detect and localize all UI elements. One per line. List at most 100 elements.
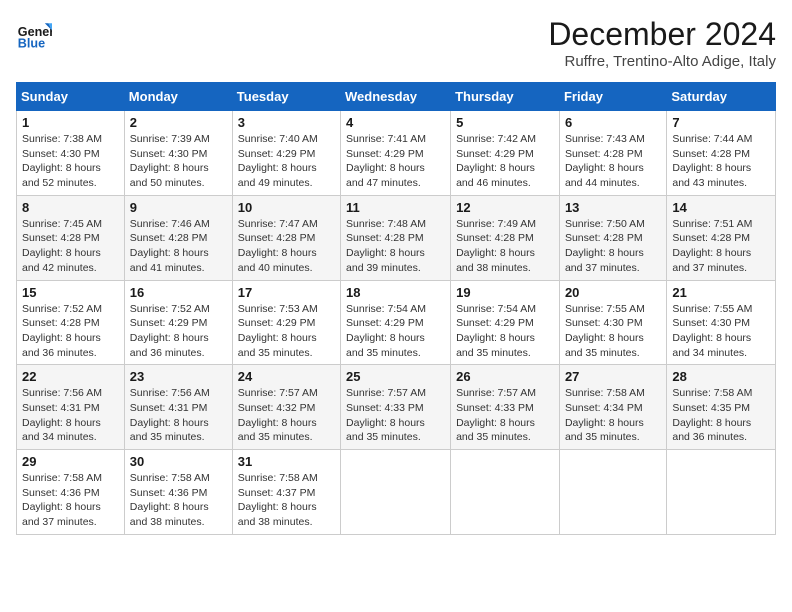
day-number: 12 (456, 200, 554, 215)
calendar-table: SundayMondayTuesdayWednesdayThursdayFrid… (16, 82, 776, 535)
month-title: December 2024 (548, 16, 776, 53)
calendar-cell: 26 Sunrise: 7:57 AMSunset: 4:33 PMDayligh… (451, 365, 560, 450)
day-info: Sunrise: 7:43 AMSunset: 4:28 PMDaylight:… (565, 132, 661, 191)
day-number: 17 (238, 285, 335, 300)
calendar-cell: 30 Sunrise: 7:58 AMSunset: 4:36 PMDayligh… (124, 450, 232, 535)
day-number: 4 (346, 115, 445, 130)
column-header-tuesday: Tuesday (232, 83, 340, 111)
day-number: 20 (565, 285, 661, 300)
day-info: Sunrise: 7:42 AMSunset: 4:29 PMDaylight:… (456, 132, 554, 191)
day-number: 18 (346, 285, 445, 300)
location-title: Ruffre, Trentino-Alto Adige, Italy (548, 53, 776, 70)
calendar-cell: 4 Sunrise: 7:41 AMSunset: 4:29 PMDaylight… (341, 111, 451, 196)
day-info: Sunrise: 7:57 AMSunset: 4:33 PMDaylight:… (456, 386, 554, 445)
title-block: December 2024 Ruffre, Trentino-Alto Adig… (548, 16, 776, 70)
calendar-cell: 28Sunrise: 7:58 AMSunset: 4:35 PMDayligh… (667, 365, 776, 450)
column-header-sunday: Sunday (17, 83, 125, 111)
calendar-cell: 12 Sunrise: 7:49 AMSunset: 4:28 PMDayligh… (451, 195, 560, 280)
calendar-cell: 21Sunrise: 7:55 AMSunset: 4:30 PMDayligh… (667, 280, 776, 365)
day-number: 3 (238, 115, 335, 130)
day-number: 28 (672, 369, 770, 384)
calendar-cell: 6Sunrise: 7:43 AMSunset: 4:28 PMDaylight… (559, 111, 666, 196)
day-info: Sunrise: 7:54 AMSunset: 4:29 PMDaylight:… (456, 302, 554, 361)
day-info: Sunrise: 7:58 AMSunset: 4:37 PMDaylight:… (238, 471, 335, 530)
day-info: Sunrise: 7:47 AMSunset: 4:28 PMDaylight:… (238, 217, 335, 276)
week-row-3: 22 Sunrise: 7:56 AMSunset: 4:31 PMDayligh… (17, 365, 776, 450)
day-number: 13 (565, 200, 661, 215)
day-number: 7 (672, 115, 770, 130)
day-number: 31 (238, 454, 335, 469)
day-number: 16 (130, 285, 227, 300)
day-number: 2 (130, 115, 227, 130)
page-header: General Blue December 2024 Ruffre, Trent… (16, 16, 776, 70)
day-number: 5 (456, 115, 554, 130)
day-info: Sunrise: 7:57 AMSunset: 4:33 PMDaylight:… (346, 386, 445, 445)
day-number: 25 (346, 369, 445, 384)
day-info: Sunrise: 7:46 AMSunset: 4:28 PMDaylight:… (130, 217, 227, 276)
svg-text:Blue: Blue (18, 37, 45, 51)
calendar-cell: 11Sunrise: 7:48 AMSunset: 4:28 PMDayligh… (341, 195, 451, 280)
day-info: Sunrise: 7:50 AMSunset: 4:28 PMDaylight:… (565, 217, 661, 276)
day-info: Sunrise: 7:54 AMSunset: 4:29 PMDaylight:… (346, 302, 445, 361)
calendar-cell: 10 Sunrise: 7:47 AMSunset: 4:28 PMDayligh… (232, 195, 340, 280)
day-info: Sunrise: 7:49 AMSunset: 4:28 PMDaylight:… (456, 217, 554, 276)
calendar-cell: 7Sunrise: 7:44 AMSunset: 4:28 PMDaylight… (667, 111, 776, 196)
day-number: 30 (130, 454, 227, 469)
logo: General Blue (16, 16, 52, 52)
calendar-cell: 2 Sunrise: 7:39 AMSunset: 4:30 PMDaylight… (124, 111, 232, 196)
week-row-2: 15 Sunrise: 7:52 AMSunset: 4:28 PMDayligh… (17, 280, 776, 365)
day-info: Sunrise: 7:58 AMSunset: 4:34 PMDaylight:… (565, 386, 661, 445)
day-number: 10 (238, 200, 335, 215)
day-info: Sunrise: 7:38 AMSunset: 4:30 PMDaylight:… (22, 132, 119, 191)
calendar-cell: 5 Sunrise: 7:42 AMSunset: 4:29 PMDaylight… (451, 111, 560, 196)
calendar-cell: 22 Sunrise: 7:56 AMSunset: 4:31 PMDayligh… (17, 365, 125, 450)
week-row-4: 29Sunrise: 7:58 AMSunset: 4:36 PMDayligh… (17, 450, 776, 535)
calendar-cell: 13 Sunrise: 7:50 AMSunset: 4:28 PMDayligh… (559, 195, 666, 280)
column-header-monday: Monday (124, 83, 232, 111)
calendar-cell (667, 450, 776, 535)
calendar-cell: 20 Sunrise: 7:55 AMSunset: 4:30 PMDayligh… (559, 280, 666, 365)
day-info: Sunrise: 7:56 AMSunset: 4:31 PMDaylight:… (22, 386, 119, 445)
day-number: 8 (22, 200, 119, 215)
day-number: 1 (22, 115, 119, 130)
week-row-0: 1 Sunrise: 7:38 AMSunset: 4:30 PMDaylight… (17, 111, 776, 196)
day-number: 14 (672, 200, 770, 215)
week-row-1: 8Sunrise: 7:45 AMSunset: 4:28 PMDaylight… (17, 195, 776, 280)
calendar-cell: 18 Sunrise: 7:54 AMSunset: 4:29 PMDayligh… (341, 280, 451, 365)
day-info: Sunrise: 7:55 AMSunset: 4:30 PMDaylight:… (565, 302, 661, 361)
calendar-cell: 1 Sunrise: 7:38 AMSunset: 4:30 PMDaylight… (17, 111, 125, 196)
day-info: Sunrise: 7:39 AMSunset: 4:30 PMDaylight:… (130, 132, 227, 191)
day-info: Sunrise: 7:40 AMSunset: 4:29 PMDaylight:… (238, 132, 335, 191)
day-number: 15 (22, 285, 119, 300)
day-number: 26 (456, 369, 554, 384)
day-info: Sunrise: 7:56 AMSunset: 4:31 PMDaylight:… (130, 386, 227, 445)
day-number: 21 (672, 285, 770, 300)
day-number: 27 (565, 369, 661, 384)
calendar-cell: 14 Sunrise: 7:51 AMSunset: 4:28 PMDayligh… (667, 195, 776, 280)
calendar-cell (341, 450, 451, 535)
day-number: 19 (456, 285, 554, 300)
day-number: 22 (22, 369, 119, 384)
column-header-saturday: Saturday (667, 83, 776, 111)
day-info: Sunrise: 7:58 AMSunset: 4:36 PMDaylight:… (130, 471, 227, 530)
day-info: Sunrise: 7:51 AMSunset: 4:28 PMDaylight:… (672, 217, 770, 276)
calendar-cell: 24Sunrise: 7:57 AMSunset: 4:32 PMDayligh… (232, 365, 340, 450)
calendar-cell: 3 Sunrise: 7:40 AMSunset: 4:29 PMDaylight… (232, 111, 340, 196)
header-row: SundayMondayTuesdayWednesdayThursdayFrid… (17, 83, 776, 111)
day-info: Sunrise: 7:52 AMSunset: 4:28 PMDaylight:… (22, 302, 119, 361)
day-info: Sunrise: 7:41 AMSunset: 4:29 PMDaylight:… (346, 132, 445, 191)
calendar-cell: 23 Sunrise: 7:56 AMSunset: 4:31 PMDayligh… (124, 365, 232, 450)
calendar-cell: 19 Sunrise: 7:54 AMSunset: 4:29 PMDayligh… (451, 280, 560, 365)
calendar-cell: 9 Sunrise: 7:46 AMSunset: 4:28 PMDaylight… (124, 195, 232, 280)
calendar-cell (559, 450, 666, 535)
calendar-cell: 31 Sunrise: 7:58 AMSunset: 4:37 PMDayligh… (232, 450, 340, 535)
column-header-thursday: Thursday (451, 83, 560, 111)
day-number: 9 (130, 200, 227, 215)
calendar-cell: 16 Sunrise: 7:52 AMSunset: 4:29 PMDayligh… (124, 280, 232, 365)
day-number: 23 (130, 369, 227, 384)
day-number: 24 (238, 369, 335, 384)
day-info: Sunrise: 7:58 AMSunset: 4:36 PMDaylight:… (22, 471, 119, 530)
calendar-cell: 27 Sunrise: 7:58 AMSunset: 4:34 PMDayligh… (559, 365, 666, 450)
logo-icon: General Blue (16, 16, 52, 52)
day-info: Sunrise: 7:52 AMSunset: 4:29 PMDaylight:… (130, 302, 227, 361)
